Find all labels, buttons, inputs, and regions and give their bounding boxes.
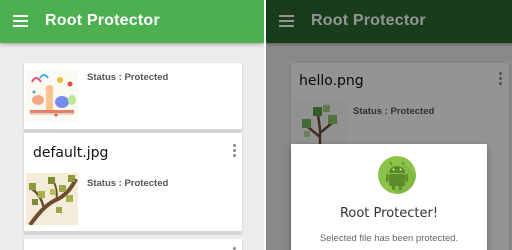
app-title: Root Protector	[45, 12, 160, 29]
file-status: Status : Protected	[87, 178, 169, 189]
left-screen: Root Protector Status : Protected defaul…	[0, 0, 264, 250]
file-thumbnail	[26, 173, 78, 225]
file-name: default.jpg	[33, 145, 109, 161]
dialog-message: Selected file has been protected.	[319, 233, 459, 244]
more-options-icon[interactable]	[233, 144, 237, 158]
file-card[interactable]: default.jpg Status : Protected	[24, 133, 242, 233]
hamburger-menu-icon[interactable]	[13, 15, 28, 27]
protection-dialog: Root Protecter! Selected file has been p…	[291, 144, 487, 250]
right-screen: Root Protector hello.png Status : Protec…	[266, 0, 512, 250]
file-card[interactable]: Status : Protected	[24, 63, 242, 131]
dialog-title: Root Protecter!	[339, 206, 439, 221]
file-card[interactable]	[24, 239, 242, 250]
file-status: Status : Protected	[87, 72, 169, 83]
android-icon	[378, 156, 416, 194]
file-thumbnail	[26, 70, 78, 122]
app-bar: Root Protector	[0, 0, 264, 43]
